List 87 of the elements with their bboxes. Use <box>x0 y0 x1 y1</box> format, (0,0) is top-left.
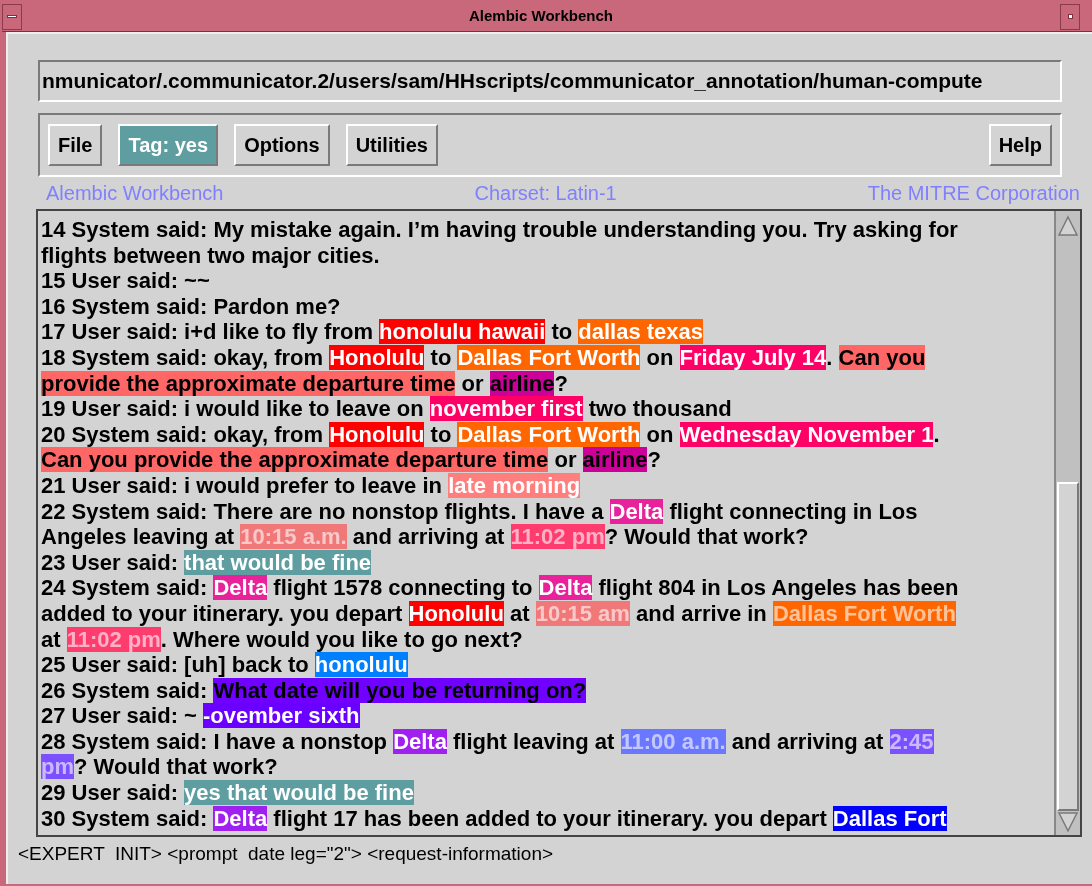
utterance-text: ? Would that work? <box>74 754 278 780</box>
utterance-text: 24 System said: <box>41 575 209 601</box>
utterance-text: 26 System said: <box>41 677 209 703</box>
utterance-text: to <box>550 319 574 345</box>
tag-highlight[interactable]: provide the approximate departure time <box>41 370 456 396</box>
tag-highlight[interactable]: november first <box>429 396 583 422</box>
tag-highlight[interactable]: Delta <box>393 728 447 754</box>
tag-highlight[interactable]: late morning <box>448 472 581 498</box>
organization-label: The MITRE Corporation <box>867 181 1080 206</box>
menu-button[interactable]: Tag: yes <box>118 124 219 166</box>
tag-highlight[interactable]: yes that would be fine <box>184 780 414 806</box>
window-menu-button[interactable] <box>2 3 22 30</box>
utterance-text: 14 System said: My mistake again. I’m having trouble understanding you. Try asking for <box>41 217 958 242</box>
utterance-text: 19 User said: i would like to leave on <box>41 396 425 422</box>
tag-highlight[interactable]: airline <box>489 370 555 396</box>
tag-highlight[interactable]: honolulu hawaii <box>379 319 546 345</box>
utterance-text: ? <box>647 447 661 473</box>
utterance-text: on <box>645 344 675 370</box>
tag-highlight[interactable]: Honolulu <box>329 421 425 447</box>
tag-highlight[interactable]: Can you provide the approximate departure time <box>41 447 549 473</box>
utterance-text: 16 System said: Pardon me? <box>41 293 341 319</box>
status-line: <EXPERT INIT> <prompt date leg="2"> <request-information> <box>17 841 555 866</box>
window-minimize-button[interactable] <box>1060 3 1080 30</box>
utterance-text: flight 17 has been added to your itinerary. you depart <box>272 805 828 831</box>
utterance-text: to <box>429 344 453 370</box>
scrollbar[interactable] <box>1054 211 1080 835</box>
utterance-text: added to your itinerary. you depart <box>41 600 404 626</box>
tag-highlight[interactable]: -ovember sixth <box>203 703 360 729</box>
utterance-text: 29 User said: <box>41 780 179 806</box>
utterance-text: . <box>933 421 940 447</box>
utterance-text: 22 System said: There are no nonstop flights. I have a <box>41 498 605 524</box>
tag-highlight[interactable]: 11:02 pm <box>510 524 605 550</box>
utterance-text: and arriving at <box>730 728 885 754</box>
tag-highlight[interactable]: Dallas Fort Worth <box>457 344 641 370</box>
utterance-text: at <box>41 626 62 652</box>
tag-highlight[interactable]: Can you <box>838 344 926 370</box>
tag-highlight[interactable]: What date will you be returning on? <box>213 677 587 703</box>
tag-highlight[interactable]: honolulu <box>314 652 408 678</box>
tag-highlight[interactable]: 2:45 <box>889 728 934 754</box>
charset-label: Charset: Latin-1 <box>474 181 617 206</box>
window-title: Alembic Workbench <box>468 6 614 27</box>
utterance-text: flight leaving at <box>452 728 616 754</box>
app-name-label: Alembic Workbench <box>46 181 224 206</box>
utterance-text: two thousand <box>587 396 732 422</box>
tag-highlight[interactable]: airline <box>582 447 648 473</box>
utterance-text: flight connecting in Los <box>668 498 918 524</box>
utterance-text: 18 System said: okay, from <box>41 344 325 370</box>
utterance-text: on <box>645 421 675 447</box>
tag-highlight[interactable]: 11:02 pm <box>66 626 161 652</box>
tag-highlight[interactable]: 11:00 a.m. <box>620 728 726 754</box>
tag-highlight[interactable]: pm <box>41 754 74 780</box>
utterance-text: Angeles leaving at <box>41 524 236 550</box>
tag-highlight[interactable]: Dallas Fort Worth <box>457 421 641 447</box>
menu-button[interactable]: File <box>48 124 103 166</box>
menu-button[interactable]: Utilities <box>345 124 438 166</box>
utterance-text: flights between two major cities. <box>41 242 380 268</box>
utterance-text: 23 User said: <box>41 549 179 575</box>
utterance-text: and arriving at <box>351 524 506 550</box>
utterance-text: 27 User said: ~ <box>41 703 198 729</box>
utterance-text: flight 804 in Los Angeles has been <box>597 575 959 601</box>
utterance-text: at <box>508 600 531 626</box>
scroll-up-icon[interactable] <box>1057 215 1079 237</box>
utterance-text: ? <box>554 370 568 396</box>
utterance-text: 25 User said: [uh] back to <box>41 652 310 678</box>
utterance-text: 17 User said: i+d like to fly from <box>41 319 374 345</box>
utterance-text: flight 1578 connecting to <box>272 575 534 601</box>
path-field[interactable]: nmunicator/.communicator.2/users/sam/HHscripts/communicator_annotation/human-compute <box>38 60 1062 102</box>
utterance-text: 20 System said: okay, from <box>41 421 325 447</box>
utterance-text: and arrive in <box>634 600 768 626</box>
utterance-text: or <box>553 447 578 473</box>
utterance-text: 28 System said: I have a nonstop <box>41 728 388 754</box>
utterance-text: . Where would you like to go next? <box>160 626 523 652</box>
tag-highlight[interactable]: Friday July 14 <box>679 344 827 370</box>
utterance-text: 15 User said: ~~ <box>41 268 210 294</box>
tag-highlight[interactable]: Honolulu <box>408 600 504 626</box>
utterance-text: 30 System said: <box>41 805 209 831</box>
utterance-text: . <box>826 344 834 370</box>
help-button[interactable]: Help <box>988 124 1052 166</box>
tag-highlight[interactable]: dallas texas <box>578 319 704 345</box>
utterance-text: or <box>460 370 485 396</box>
tag-highlight[interactable]: that would be fine <box>184 549 372 575</box>
utterance-text: ? Would that work? <box>604 524 809 550</box>
tag-highlight[interactable]: Dallas Fort <box>832 805 947 831</box>
utterance-text: to <box>429 421 453 447</box>
menu-button[interactable]: Options <box>234 124 330 166</box>
tag-highlight[interactable]: Honolulu <box>329 344 425 370</box>
utterance-text: 21 User said: i would prefer to leave in <box>41 472 444 498</box>
